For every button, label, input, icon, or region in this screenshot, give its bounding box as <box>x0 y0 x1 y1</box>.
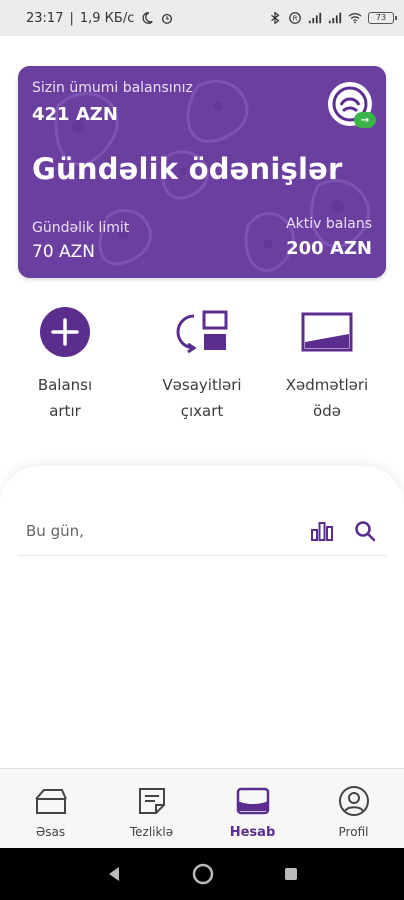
withdraw-button[interactable]: Vəsayitləri çıxart <box>137 302 267 424</box>
alarm-icon <box>162 13 173 24</box>
card-title: Gündəlik ödənişlər <box>32 152 343 186</box>
nav-label-account: Hesab <box>229 825 276 840</box>
nav-item-soon[interactable]: Tezliklə <box>101 769 202 848</box>
top-up-label: Balansı artır <box>37 376 93 420</box>
back-icon[interactable] <box>105 865 123 883</box>
registered-icon: R <box>289 12 301 24</box>
balance-card[interactable]: Sizin ümumi balansınız 421 AZN → Gündəli… <box>18 66 386 278</box>
today-header: Bu gün, <box>18 506 386 556</box>
profile-icon <box>336 785 372 817</box>
bottom-nav: Əsas Tezliklə Hesab Profil <box>0 768 404 848</box>
daily-limit-value: 70 AZN <box>32 242 96 262</box>
wifi-icon <box>348 13 362 24</box>
nav-label-soon: Tezliklə <box>129 825 174 839</box>
note-icon <box>134 785 170 817</box>
bluetooth-icon <box>271 11 280 25</box>
status-time: 23:17 <box>26 10 64 26</box>
pay-services-button[interactable]: Xədmətləri ödə <box>262 302 392 424</box>
total-balance-value: 421 AZN <box>32 104 118 125</box>
active-balance-label: Aktiv balans <box>286 216 372 232</box>
total-balance-label: Sizin ümumi balansınız <box>32 80 193 96</box>
active-balance-value: 200 AZN <box>286 238 372 259</box>
card-pay-icon <box>297 302 357 362</box>
nav-item-account[interactable]: Hesab <box>202 769 303 848</box>
withdraw-label: Vəsayitləri çıxart <box>162 376 242 420</box>
battery-icon: 73 <box>368 12 397 24</box>
daily-limit-label: Gündəlik limit <box>32 220 130 236</box>
plus-circle-icon <box>35 302 95 362</box>
wallet-icon <box>235 785 271 817</box>
search-icon[interactable] <box>354 520 376 542</box>
signal-icon <box>308 12 322 24</box>
transactions-sheet: Bu gün, <box>0 466 404 776</box>
system-nav-bar <box>0 848 404 900</box>
status-bar: 23:17 | 1,9 КБ/с R 73 <box>0 0 404 36</box>
nav-item-profile[interactable]: Profil <box>303 769 404 848</box>
nav-label-profile: Profil <box>338 825 369 839</box>
pay-services-label: Xədmətləri ödə <box>285 376 369 420</box>
quick-actions: Balansı artır Vəsayitləri çıxart Xədmətl… <box>0 302 404 432</box>
home-icon <box>33 785 69 817</box>
home-circle-icon[interactable] <box>192 863 214 885</box>
chart-icon[interactable] <box>310 520 334 542</box>
logo-badge-icon: → <box>354 112 376 128</box>
recents-icon[interactable] <box>283 866 299 882</box>
nav-label-home: Əsas <box>35 825 66 839</box>
top-up-button[interactable]: Balansı artır <box>0 302 130 424</box>
withdraw-icon <box>172 302 232 362</box>
signal-icon-2 <box>328 12 342 24</box>
nav-item-home[interactable]: Əsas <box>0 769 101 848</box>
svg-text:R: R <box>293 15 298 23</box>
status-speed: 1,9 КБ/с <box>79 10 135 26</box>
today-label: Bu gün, <box>26 521 84 540</box>
moon-icon <box>142 12 154 24</box>
